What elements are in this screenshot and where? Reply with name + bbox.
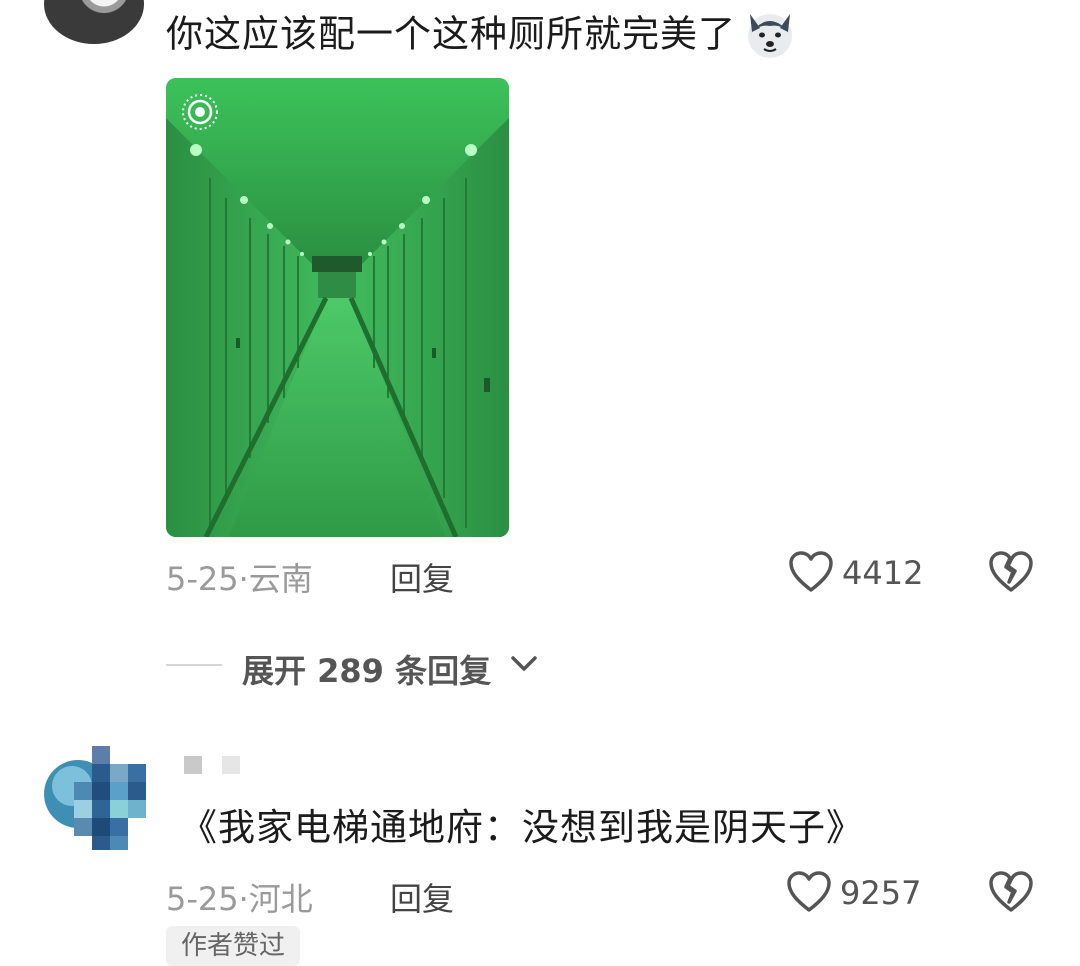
broken-heart-icon[interactable] bbox=[988, 550, 1034, 594]
dog-emoji-icon bbox=[748, 14, 792, 58]
chevron-down-icon[interactable] bbox=[510, 654, 538, 674]
comment-text: 《我家电梯通地府：没想到我是阴天子》 bbox=[180, 806, 864, 849]
author-liked-badge: 作者赞过 bbox=[166, 926, 300, 966]
heart-icon[interactable] bbox=[788, 550, 834, 594]
like-count: 9257 bbox=[840, 874, 922, 912]
heart-icon[interactable] bbox=[786, 870, 832, 914]
user-avatar[interactable] bbox=[44, 0, 144, 44]
reply-button[interactable]: 回复 bbox=[390, 554, 454, 600]
comment-location: 河北 bbox=[248, 880, 313, 918]
user-avatar-blurred[interactable] bbox=[44, 746, 148, 850]
comment-image[interactable] bbox=[166, 78, 509, 537]
comment-date: 5-25 bbox=[166, 560, 239, 598]
comment-meta: 5-25·河北 bbox=[166, 874, 313, 920]
meta-separator: · bbox=[238, 560, 249, 598]
comment-text: 你这应该配一个这种厕所就完美了 bbox=[166, 12, 798, 60]
corridor-photo bbox=[166, 78, 509, 537]
broken-heart-icon[interactable] bbox=[988, 870, 1034, 914]
like-count: 4412 bbox=[842, 554, 924, 592]
expand-divider bbox=[166, 664, 222, 666]
comment-date: 5-25 bbox=[166, 880, 239, 918]
reply-button[interactable]: 回复 bbox=[390, 874, 454, 920]
live-photo-icon bbox=[182, 94, 218, 130]
comment-meta: 5-25·云南 bbox=[166, 554, 313, 600]
meta-separator: · bbox=[238, 880, 249, 918]
comment-location: 云南 bbox=[248, 560, 313, 598]
expand-replies-button[interactable]: 展开 289 条回复 bbox=[242, 646, 491, 692]
